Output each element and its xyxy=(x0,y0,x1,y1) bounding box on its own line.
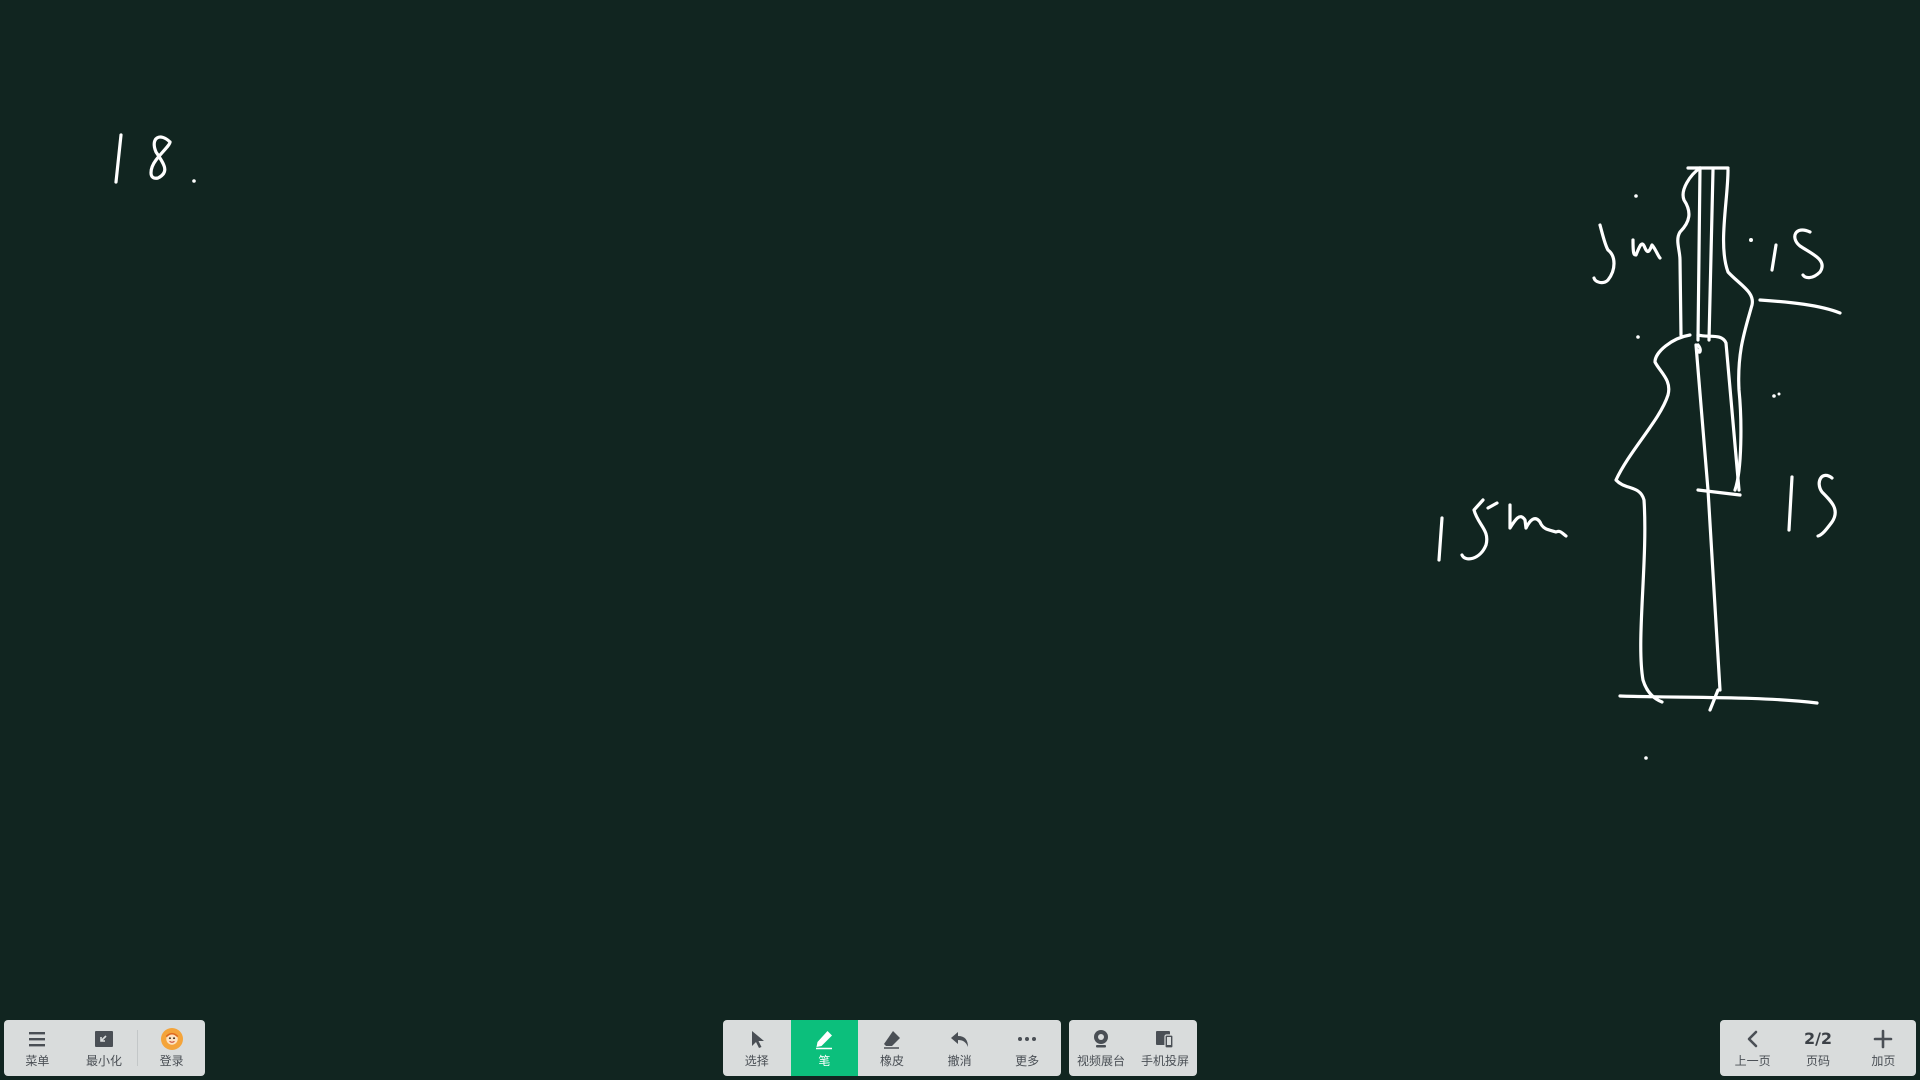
ink-stroke xyxy=(1592,223,1616,285)
menu-button[interactable]: 菜单 xyxy=(4,1020,71,1076)
select-tool-button[interactable]: 选择 xyxy=(723,1020,791,1076)
eraser-icon xyxy=(880,1028,904,1050)
chevron-left-icon xyxy=(1741,1028,1765,1050)
ink-stroke xyxy=(1758,298,1842,315)
ink-stroke xyxy=(1694,343,1722,692)
more-label: 更多 xyxy=(1015,1053,1040,1068)
ink-stroke xyxy=(1618,694,1819,705)
more-icon xyxy=(1015,1028,1039,1050)
toolbar-right: 上一页 2/2 页码 加页 xyxy=(1720,1020,1916,1076)
phone-cast-icon xyxy=(1153,1028,1177,1050)
toolbar-center-secondary: 视频展台 手机投屏 xyxy=(1069,1020,1197,1076)
camera-icon xyxy=(1089,1028,1113,1050)
video-stand-label: 视频展台 xyxy=(1076,1053,1125,1068)
ink-stroke xyxy=(1793,228,1824,280)
menu-label: 菜单 xyxy=(25,1053,50,1068)
ink-stroke xyxy=(1721,168,1754,492)
undo-button[interactable]: 撤消 xyxy=(926,1020,994,1076)
minimize-label: 最小化 xyxy=(86,1053,123,1068)
ink-stroke xyxy=(1631,238,1662,260)
page-number: 2/2 xyxy=(1803,1028,1833,1048)
ink-stroke xyxy=(1614,333,1692,704)
ink-stroke xyxy=(1508,503,1568,538)
ink-stroke xyxy=(1676,166,1702,337)
prev-page-label: 上一页 xyxy=(1734,1053,1771,1068)
add-page-label: 加页 xyxy=(1871,1053,1896,1068)
ink-stroke xyxy=(114,133,123,184)
prev-page-button[interactable]: 上一页 xyxy=(1720,1020,1785,1076)
cursor-icon xyxy=(745,1028,769,1050)
video-stand-button[interactable]: 视频展台 xyxy=(1069,1020,1133,1076)
plus-icon xyxy=(1871,1028,1895,1050)
eraser-label: 橡皮 xyxy=(879,1053,904,1068)
whiteboard-canvas[interactable] xyxy=(0,0,1920,1080)
ink-stroke xyxy=(1708,688,1720,712)
ink-stroke xyxy=(1816,473,1837,538)
login-button[interactable]: 登录 xyxy=(138,1020,205,1076)
add-page-button[interactable]: 加页 xyxy=(1851,1020,1916,1076)
page-label: 页码 xyxy=(1805,1053,1830,1068)
toolbar-center: 选择 笔 橡皮 撤消 更多 xyxy=(723,1020,1061,1076)
menu-icon xyxy=(25,1028,49,1050)
pen-tool-button[interactable]: 笔 xyxy=(790,1020,859,1076)
toolbar-left: 菜单 最小化 登录 xyxy=(4,1020,205,1076)
undo-icon xyxy=(948,1028,972,1050)
ink-stroke xyxy=(1696,166,1702,342)
pen-label: 笔 xyxy=(818,1053,831,1068)
undo-label: 撤消 xyxy=(947,1053,972,1068)
login-label: 登录 xyxy=(159,1053,184,1068)
more-button[interactable]: 更多 xyxy=(993,1020,1061,1076)
ink-stroke xyxy=(1437,516,1444,562)
pen-icon xyxy=(812,1028,836,1050)
ink-stroke xyxy=(1486,501,1499,510)
ink-stroke xyxy=(149,135,172,180)
phone-cast-button[interactable]: 手机投屏 xyxy=(1133,1020,1197,1076)
avatar-icon xyxy=(160,1027,184,1050)
ink-stroke xyxy=(1460,498,1489,561)
ink-stroke xyxy=(1695,343,1702,354)
ink-stroke xyxy=(1696,333,1741,492)
minimize-button[interactable]: 最小化 xyxy=(71,1020,138,1076)
ink-stroke xyxy=(1787,475,1794,532)
minimize-icon xyxy=(92,1028,116,1050)
ink-stroke xyxy=(1770,243,1778,272)
handwriting-layer xyxy=(114,133,1842,760)
page-indicator[interactable]: 2/2 页码 xyxy=(1785,1020,1850,1076)
eraser-tool-button[interactable]: 橡皮 xyxy=(858,1020,926,1076)
phone-cast-label: 手机投屏 xyxy=(1140,1053,1189,1068)
select-label: 选择 xyxy=(744,1053,769,1068)
ink-stroke xyxy=(1707,168,1715,342)
